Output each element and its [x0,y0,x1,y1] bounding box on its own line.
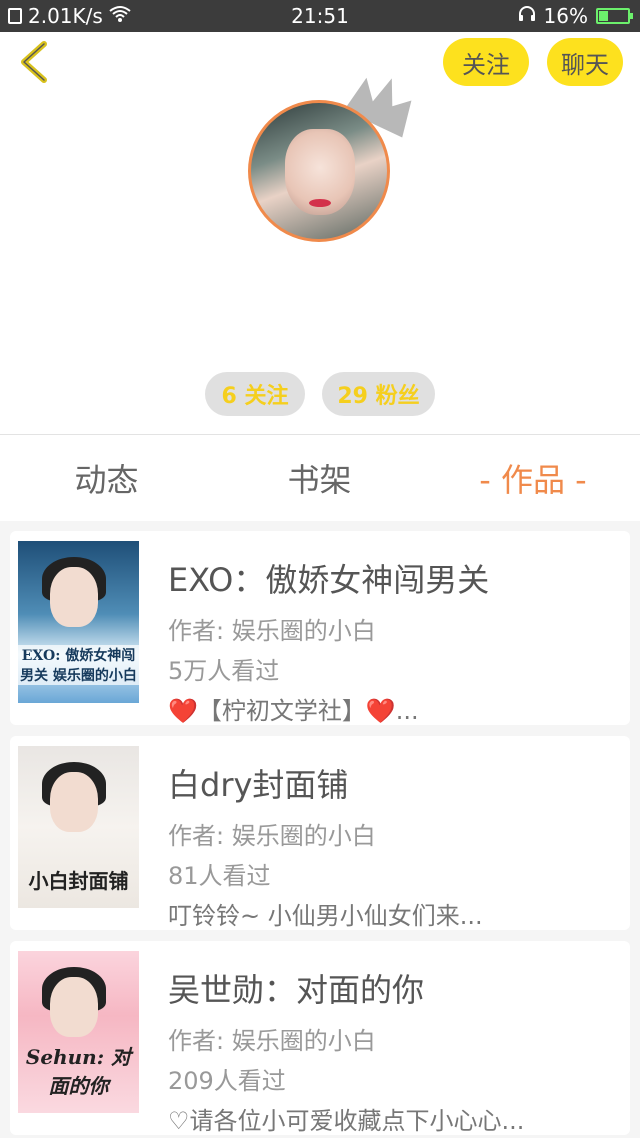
back-button[interactable] [14,40,54,84]
book-views: 209人看过 [168,1067,286,1095]
book-author: 作者: 娱乐圈的小白 [168,1027,376,1055]
profile-tabs: 动态 书架 - 作品 - [0,435,640,521]
tab-bookshelf[interactable]: 书架 [213,435,426,521]
tab-activity[interactable]: 动态 [0,435,213,521]
tab-works[interactable]: - 作品 - [426,435,640,521]
fans-count[interactable]: 29 粉丝 [322,372,435,416]
book-cover: EXO: 傲娇女神闯男关 娱乐圈的小白 [18,541,139,703]
follow-button[interactable]: 关注 [443,38,529,86]
book-description: 叮铃铃~ 小仙男小仙女们来... [168,902,483,930]
following-count[interactable]: 6 关注 [205,372,305,416]
book-cover: 小白封面铺 [18,746,139,908]
book-title: 吴世勋：对面的你 [168,971,425,1009]
book-description: ♡请各位小可爱收藏点下小心心... [168,1107,525,1135]
book-views: 5万人看过 [168,657,280,685]
cover-text: Sehun: 对面的你 [25,1045,132,1098]
book-author: 作者: 娱乐圈的小白 [168,822,376,850]
battery-icon [596,8,633,24]
status-right: 16% [518,4,633,28]
book-cover: Sehun: 对面的你 [18,951,139,1113]
book-views: 81人看过 [168,862,271,890]
book-author: 作者: 娱乐圈的小白 [168,617,376,645]
book-title: EXO：傲娇女神闯男关 [168,561,490,599]
chat-button[interactable]: 聊天 [547,38,623,86]
battery-percent: 16% [543,4,588,28]
avatar[interactable] [248,100,390,242]
headset-icon [518,4,536,28]
cover-text: 小白封面铺 [28,869,129,893]
book-description: ❤️【柠初文学社】❤️... [168,697,419,725]
status-bar: 2.01K/s 21:51 16% [0,0,640,32]
chevron-left-icon [21,41,47,83]
book-title: 白dry封面铺 [168,766,349,804]
profile-header: 关注 聊天 6 关注 29 粉丝 [0,32,640,434]
list-item[interactable]: EXO: 傲娇女神闯男关 娱乐圈的小白 EXO：傲娇女神闯男关 作者: 娱乐圈的… [10,531,630,725]
list-item[interactable]: Sehun: 对面的你 吴世勋：对面的你 作者: 娱乐圈的小白 209人看过 ♡… [10,941,630,1135]
cover-text: EXO: 傲娇女神闯男关 娱乐圈的小白 [18,645,139,685]
list-item[interactable]: 小白封面铺 白dry封面铺 作者: 娱乐圈的小白 81人看过 叮铃铃~ 小仙男小… [10,736,630,930]
